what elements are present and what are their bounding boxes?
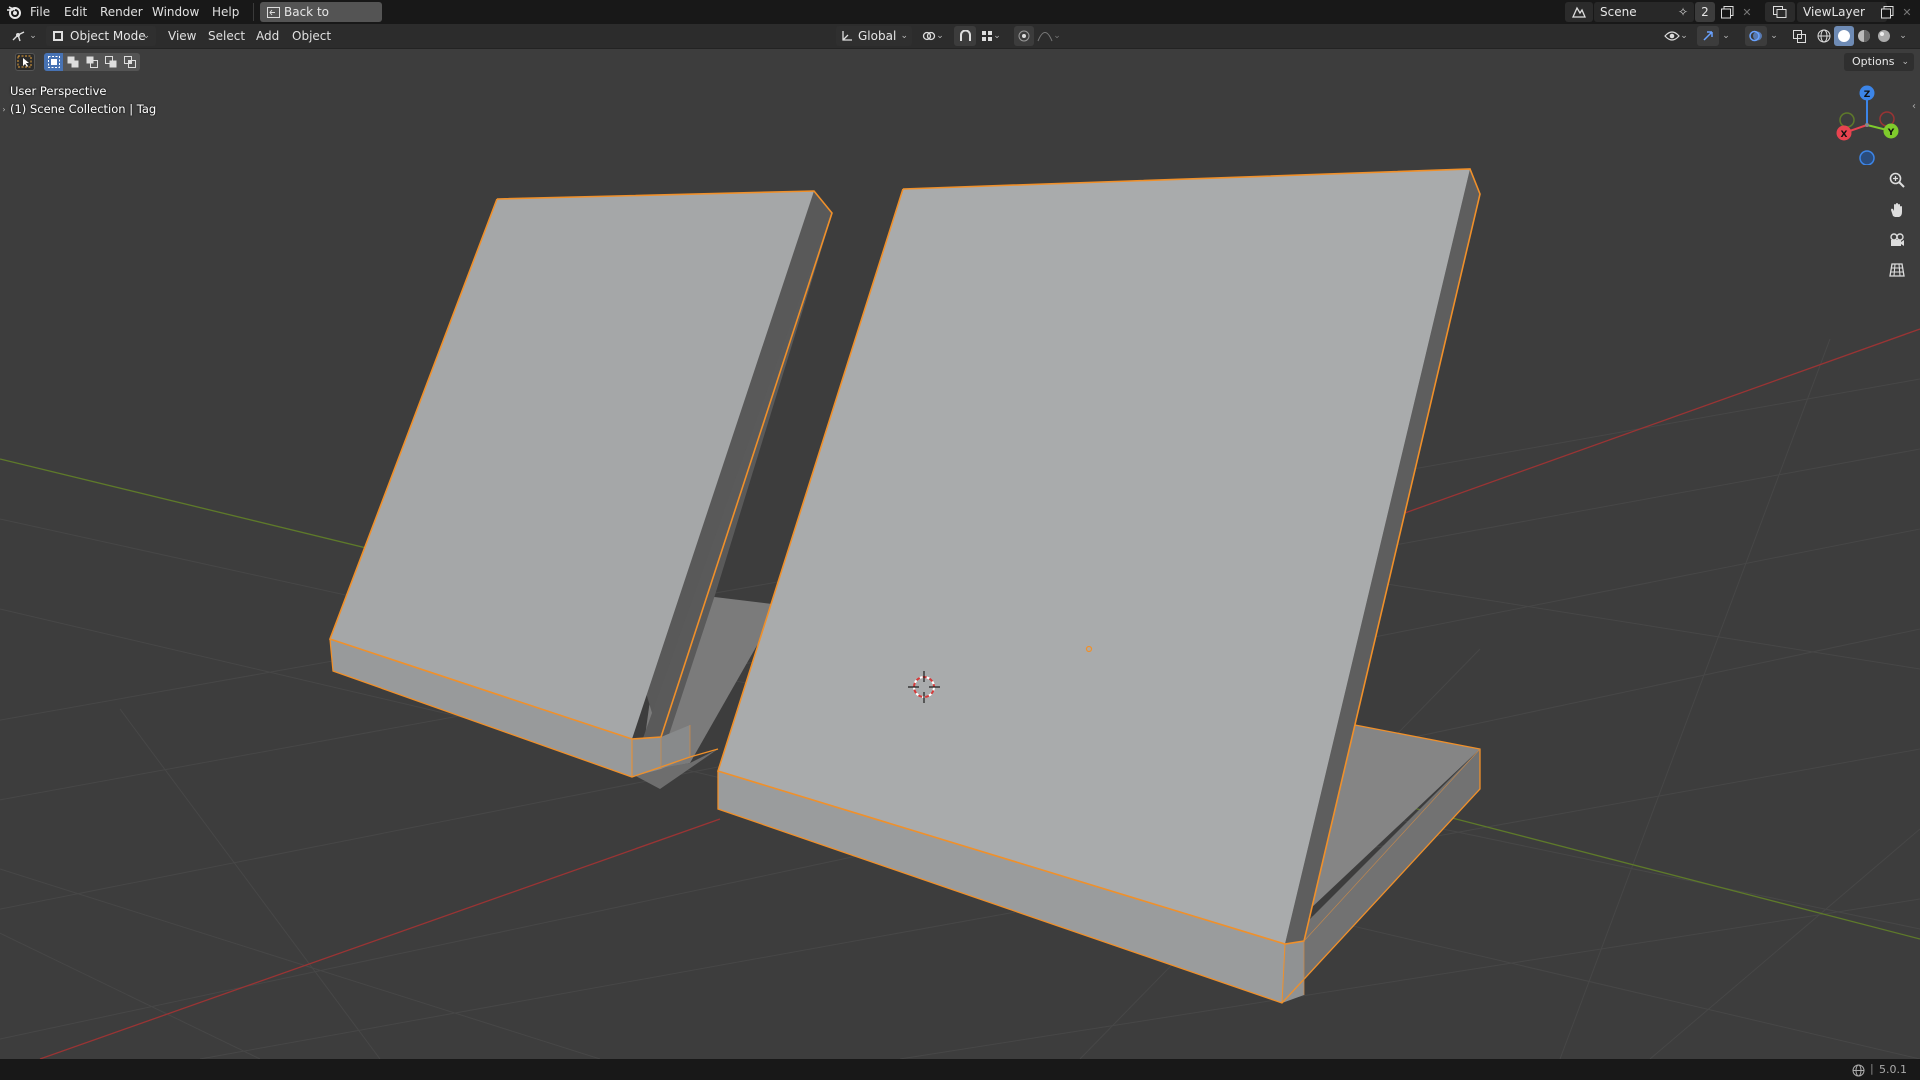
top-bar: File Edit Render Window Help Back to Pre… bbox=[0, 0, 1920, 39]
pin-icon[interactable]: ✧ bbox=[1675, 2, 1691, 22]
proportional-falloff-icon[interactable]: ⌄ bbox=[1034, 26, 1064, 46]
shading-rendered-icon[interactable] bbox=[1874, 26, 1894, 46]
gizmo-icon[interactable] bbox=[1697, 26, 1719, 46]
menu-select[interactable]: Select bbox=[204, 27, 249, 45]
blender-logo-icon[interactable] bbox=[4, 2, 24, 22]
zoom-icon[interactable] bbox=[1884, 167, 1910, 193]
object-mode-label: Object Mode bbox=[70, 29, 146, 43]
transform-orientation-dropdown[interactable]: Global ⌄ bbox=[836, 26, 912, 46]
language-icon[interactable] bbox=[1850, 1062, 1866, 1078]
editor-type-icon[interactable]: ⌄ bbox=[8, 26, 40, 46]
stand-right[interactable] bbox=[716, 168, 1481, 1004]
shading-dropdown-icon[interactable]: ⌄ bbox=[1896, 26, 1910, 46]
back-to-previous-button[interactable]: Back to Previous bbox=[260, 2, 382, 39]
select-invert-icon[interactable] bbox=[101, 53, 120, 71]
options-label: Options bbox=[1852, 55, 1895, 68]
select-subtract-icon[interactable] bbox=[82, 53, 101, 71]
menu-window[interactable]: Window bbox=[148, 3, 203, 21]
scene-users-label: 2 bbox=[1701, 5, 1709, 19]
grid-icon[interactable] bbox=[1884, 257, 1910, 283]
view-layer-name: ViewLayer bbox=[1803, 5, 1865, 19]
select-tool-button[interactable] bbox=[15, 53, 35, 71]
pivot-icon[interactable]: ⌄ bbox=[918, 26, 948, 46]
menu-file[interactable]: File bbox=[26, 3, 54, 21]
viewport-scene[interactable] bbox=[0, 49, 1920, 1059]
status-bar: | 5.0.1 bbox=[0, 1059, 1920, 1080]
scene-users-count[interactable]: 2 bbox=[1695, 2, 1715, 22]
transform-orientation-label: Global bbox=[858, 29, 897, 43]
navigation-gizmo[interactable]: Z X Y bbox=[1832, 85, 1902, 165]
menu-view[interactable]: View bbox=[164, 27, 200, 45]
select-extend-icon[interactable] bbox=[63, 53, 82, 71]
version-label: 5.0.1 bbox=[1879, 1063, 1907, 1076]
3d-viewport[interactable]: Options ⌄ User Perspective (1) Scene Col… bbox=[0, 49, 1920, 1059]
status-separator: | bbox=[1870, 1062, 1874, 1075]
perspective-label: User Perspective bbox=[10, 84, 107, 98]
overlay-icon[interactable] bbox=[1745, 26, 1767, 46]
collection-label: (1) Scene Collection | Tag bbox=[10, 102, 157, 116]
menu-edit[interactable]: Edit bbox=[60, 3, 91, 21]
view-layer-icon[interactable] bbox=[1765, 2, 1795, 22]
select-box-icon[interactable] bbox=[44, 53, 63, 71]
viewport-header: ⌄ Object Mode ⌄ View Select Add Object G… bbox=[0, 24, 1920, 49]
shading-wireframe-icon[interactable] bbox=[1814, 26, 1834, 46]
visibility-icon[interactable]: ⌄ bbox=[1660, 26, 1692, 46]
view-layer-field[interactable]: ViewLayer bbox=[1797, 2, 1887, 22]
gizmo-dropdown-icon[interactable]: ⌄ bbox=[1720, 26, 1732, 46]
menu-help[interactable]: Help bbox=[208, 3, 243, 21]
object-mode-dropdown[interactable]: Object Mode ⌄ bbox=[46, 26, 156, 46]
shading-solid-icon[interactable] bbox=[1834, 26, 1854, 46]
close-view-layer-icon[interactable]: ✕ bbox=[1899, 2, 1915, 22]
scene-name: Scene bbox=[1600, 5, 1637, 19]
new-scene-icon[interactable] bbox=[1717, 2, 1737, 22]
hand-icon[interactable] bbox=[1884, 197, 1910, 223]
camera-icon[interactable] bbox=[1884, 227, 1910, 253]
proportional-icon[interactable] bbox=[1014, 26, 1034, 46]
options-dropdown[interactable]: Options ⌄ bbox=[1844, 53, 1914, 71]
x-axis-line-left bbox=[39, 818, 721, 1059]
sidebar-toggle-icon[interactable]: ‹ bbox=[1908, 99, 1920, 113]
overlay-dropdown-icon[interactable]: ⌄ bbox=[1768, 26, 1780, 46]
object-mode-icon bbox=[51, 26, 65, 46]
gizmo-z-label: Z bbox=[1864, 90, 1871, 100]
snap-icon[interactable] bbox=[954, 26, 976, 46]
select-mode-group bbox=[44, 53, 140, 71]
gizmo-x-label: X bbox=[1841, 130, 1848, 140]
collection-expand-icon[interactable]: › bbox=[0, 102, 8, 116]
new-view-layer-icon[interactable] bbox=[1877, 2, 1897, 22]
gizmo-y-label: Y bbox=[1887, 128, 1895, 138]
shading-material-icon[interactable] bbox=[1854, 26, 1874, 46]
select-intersect-icon[interactable] bbox=[120, 53, 140, 71]
snap-target-icon[interactable]: ⌄ bbox=[976, 26, 1006, 46]
back-icon bbox=[266, 2, 280, 22]
xray-icon[interactable] bbox=[1788, 26, 1810, 46]
transform-orientation-icon bbox=[840, 26, 854, 46]
menu-object[interactable]: Object bbox=[288, 27, 335, 45]
menu-render[interactable]: Render bbox=[96, 3, 147, 21]
menu-add[interactable]: Add bbox=[252, 27, 283, 45]
x-axis-line-right bbox=[1359, 328, 1920, 530]
scene-icon[interactable] bbox=[1565, 2, 1593, 22]
close-icon[interactable]: ✕ bbox=[1739, 2, 1755, 22]
